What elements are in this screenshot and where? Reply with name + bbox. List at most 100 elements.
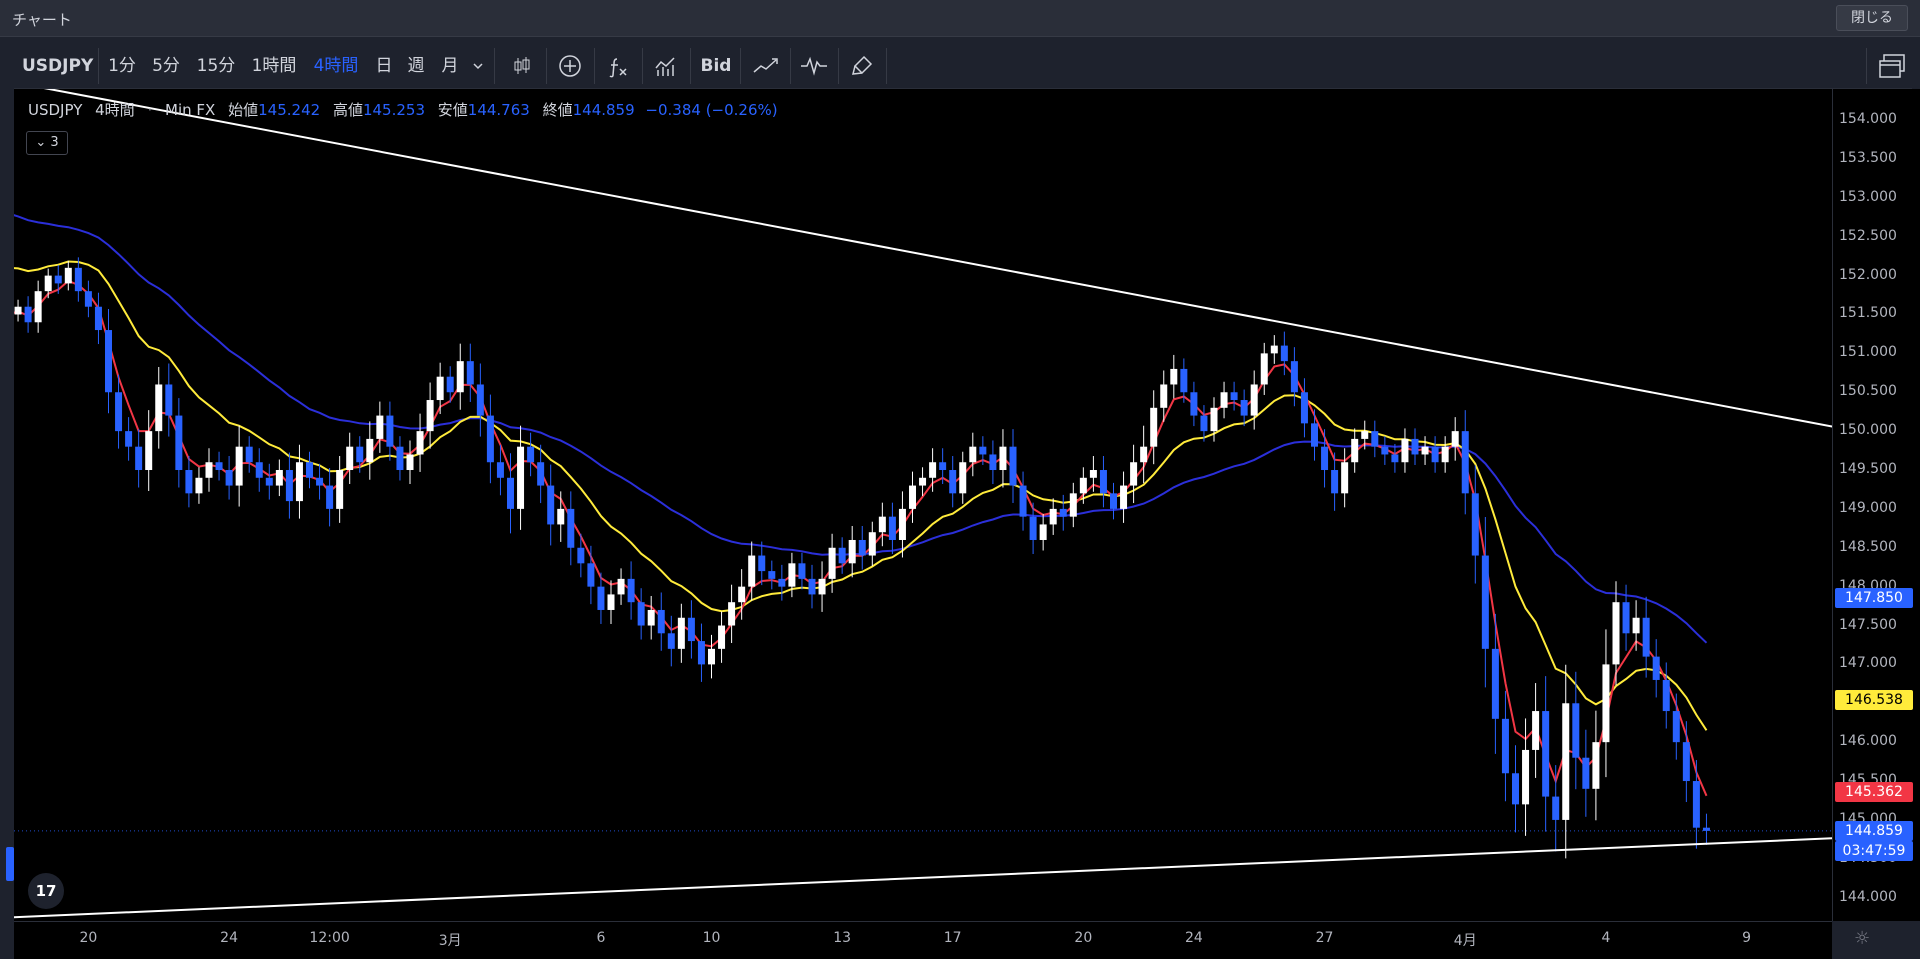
chart-pane[interactable]: USDJPY 4時間 · Min FX 始値145.242 高値145.253 …: [14, 89, 1832, 921]
candle: [1230, 392, 1238, 401]
candle: [909, 485, 916, 509]
candle: [326, 485, 334, 509]
candle: [1260, 353, 1268, 385]
price-tick-label: 151.500: [1839, 305, 1897, 322]
candle: [687, 617, 695, 642]
candle: [1512, 773, 1519, 805]
candle: [527, 446, 535, 463]
legend-close-label: 終値: [542, 101, 573, 119]
legend-high-label: 高値: [332, 101, 363, 119]
interval-month[interactable]: 月: [438, 44, 462, 88]
candle: [778, 578, 786, 587]
interval-1h[interactable]: 1時間: [246, 44, 302, 88]
candle: [1341, 462, 1349, 494]
candle: [1099, 470, 1107, 494]
bar-chart-icon[interactable]: [644, 44, 688, 88]
window-titlebar: チャート 閉じる: [0, 0, 1920, 37]
waveform-icon[interactable]: [792, 44, 836, 88]
candle: [44, 275, 52, 292]
candle: [999, 446, 1007, 471]
candle: [205, 462, 213, 478]
candle: [195, 477, 203, 494]
candle: [225, 470, 233, 486]
candle: [919, 477, 927, 486]
interval-15m[interactable]: 15分: [194, 44, 238, 88]
candle: [808, 578, 816, 595]
layout-windows-icon[interactable]: [1874, 44, 1910, 88]
candle: [517, 446, 525, 509]
interval-week[interactable]: 週: [404, 44, 428, 88]
legend-high: 145.253: [362, 101, 425, 119]
candle: [1140, 446, 1148, 463]
candle: [74, 267, 82, 292]
interval-5m[interactable]: 5分: [150, 44, 182, 88]
gear-icon[interactable]: ☼: [1854, 928, 1870, 949]
interval-1m[interactable]: 1分: [106, 44, 138, 88]
candle: [507, 477, 514, 509]
close-button[interactable]: 閉じる: [1836, 5, 1908, 31]
candle: [848, 539, 856, 564]
candle: [346, 446, 354, 471]
time-tick-label: 13: [833, 930, 852, 946]
indicator-fx-icon[interactable]: [596, 44, 640, 88]
price-tick-label: 151.000: [1839, 344, 1897, 361]
candle: [105, 330, 112, 393]
candle: [547, 485, 555, 525]
legend-collapse-button[interactable]: ⌄ 3: [26, 131, 68, 155]
candle: [1381, 446, 1389, 455]
candle: [818, 578, 826, 595]
candle: [466, 361, 474, 385]
candle: [1270, 345, 1278, 354]
candle: [929, 462, 937, 478]
candle: [436, 376, 444, 401]
candle: [1542, 711, 1550, 797]
side-panel-toggle[interactable]: [6, 847, 14, 881]
candle: [587, 563, 595, 587]
candle: [125, 431, 133, 447]
candle: [456, 361, 464, 393]
time-tick-label: 20: [1074, 930, 1093, 946]
price-axis[interactable]: 154.000 153.500 153.000 152.500 152.000 151.5…: [1832, 89, 1920, 921]
candle: [396, 446, 404, 471]
plus-circle-icon[interactable]: [548, 44, 592, 88]
candle: [215, 462, 223, 471]
symbol-button[interactable]: USDJPY: [22, 44, 93, 88]
candle: [1652, 656, 1660, 680]
interval-4h[interactable]: 4時間: [308, 44, 364, 88]
candle: [285, 470, 293, 502]
candle: [838, 547, 846, 564]
candle: [1120, 485, 1128, 509]
candle: [1361, 431, 1369, 439]
candle: [667, 633, 675, 649]
price-chart[interactable]: [14, 89, 1832, 921]
candle: [295, 462, 303, 502]
price-tick-label: 144.000: [1839, 888, 1897, 905]
brush-icon[interactable]: [840, 44, 884, 88]
candle: [175, 415, 183, 471]
candle: [858, 539, 866, 556]
candle: [306, 462, 313, 478]
line-compare-icon[interactable]: [744, 44, 788, 88]
candle: [1240, 400, 1248, 416]
bid-button[interactable]: Bid: [694, 44, 738, 88]
candle: [647, 609, 655, 626]
candle: [1401, 438, 1409, 463]
tradingview-logo: 17: [28, 873, 64, 909]
candle: [959, 462, 967, 494]
price-tick-label: 149.000: [1839, 499, 1897, 516]
candle: [135, 446, 143, 471]
chevron-down-icon: ⌄: [35, 135, 47, 150]
time-tick-label: 12:00: [309, 930, 350, 946]
candle: [939, 462, 947, 471]
candle: [868, 532, 876, 556]
candle: [165, 384, 173, 416]
candle: [84, 291, 92, 307]
candle: [1331, 470, 1339, 494]
candle: [1692, 781, 1700, 828]
candle: [597, 586, 605, 610]
interval-day[interactable]: 日: [372, 44, 396, 88]
chevron-down-icon[interactable]: [468, 44, 488, 88]
candlestick-icon[interactable]: [500, 44, 544, 88]
time-axis[interactable]: ☼ 20 24 12:00 3月 6 10 13 17 20 24 27 4月 4 9: [14, 921, 1870, 959]
candle: [1602, 664, 1610, 743]
